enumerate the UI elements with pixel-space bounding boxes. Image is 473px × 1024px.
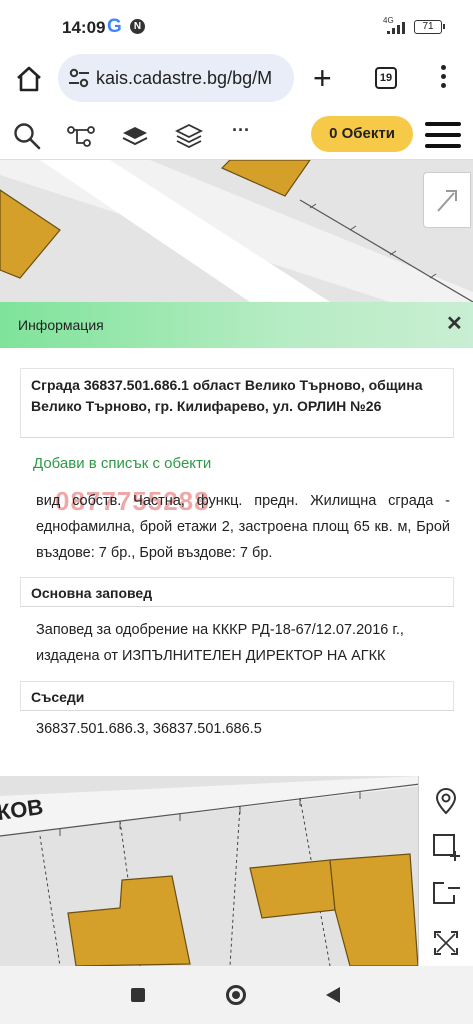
map-canvas-top: [0, 160, 473, 302]
map-expand-button[interactable]: [423, 172, 471, 228]
layers-outline-icon[interactable]: [175, 122, 203, 150]
layers-filled-icon[interactable]: [121, 122, 149, 150]
main-order-heading: Основна заповед: [20, 577, 454, 607]
status-time: 14:09: [62, 18, 106, 37]
close-icon[interactable]: ✕: [446, 314, 463, 334]
main-order-text: Заповед за одобрение на КККР РД-18-67/12…: [36, 622, 404, 664]
site-settings-icon[interactable]: [68, 68, 90, 88]
notification-icon: N: [130, 19, 145, 34]
route-icon[interactable]: [67, 122, 95, 150]
search-icon[interactable]: [13, 122, 41, 150]
home-circle-icon[interactable]: [226, 985, 246, 1005]
app-toolbar: ··· 0 Обекти: [0, 110, 473, 160]
address-bar[interactable]: kais.cadastre.bg/bg/M: [58, 54, 294, 102]
fullscreen-icon[interactable]: [431, 928, 461, 958]
map-view-bottom[interactable]: КОВ: [0, 776, 473, 966]
add-to-list-link[interactable]: Добави в списък с обекти: [33, 455, 211, 472]
more-tools-icon[interactable]: ···: [232, 120, 260, 148]
hamburger-menu-icon[interactable]: [425, 122, 461, 148]
tab-switcher-button[interactable]: 19: [375, 67, 397, 89]
recents-icon[interactable]: [131, 988, 145, 1002]
map-canvas-bottom: КОВ: [0, 776, 473, 966]
neighbors-heading: Съседи: [20, 681, 454, 711]
home-icon[interactable]: [12, 62, 46, 96]
building-properties: вид собств. Частна, функц. предн. Жилищн…: [36, 493, 450, 561]
google-icon: G: [107, 16, 122, 37]
info-panel-title: Информация: [18, 317, 104, 333]
url-text: kais.cadastre.bg/bg/M: [96, 68, 273, 88]
neighbors-list[interactable]: 36837.501.686.3, 36837.501.686.5: [36, 721, 262, 737]
map-view-top[interactable]: [0, 160, 473, 302]
system-nav-bar: [0, 966, 473, 1024]
back-icon[interactable]: [326, 987, 340, 1003]
browser-bar: kais.cadastre.bg/bg/M + 19: [0, 52, 473, 110]
add-area-icon[interactable]: [431, 832, 461, 862]
browser-menu-icon[interactable]: [441, 65, 447, 91]
status-bar: 14:09 G N 4G 71: [0, 0, 473, 52]
map-tools-panel: [418, 776, 473, 966]
objects-button[interactable]: 0 Обекти: [311, 116, 413, 152]
battery-icon: 71: [414, 20, 445, 34]
info-panel-header: Информация ✕: [0, 302, 473, 348]
signal-icon: [387, 22, 405, 34]
location-pin-icon[interactable]: [431, 786, 461, 816]
building-title: Сграда 36837.501.686.1 област Велико Тър…: [20, 368, 454, 438]
screen: 14:09 G N 4G 71 kais.cadastre.bg/bg/M + …: [0, 0, 473, 1024]
new-tab-plus-icon[interactable]: +: [313, 60, 332, 96]
remove-area-icon[interactable]: [431, 880, 461, 910]
info-panel-body: Сграда 36837.501.686.1 област Велико Тър…: [0, 348, 473, 776]
expand-arrow-icon: [437, 190, 457, 212]
